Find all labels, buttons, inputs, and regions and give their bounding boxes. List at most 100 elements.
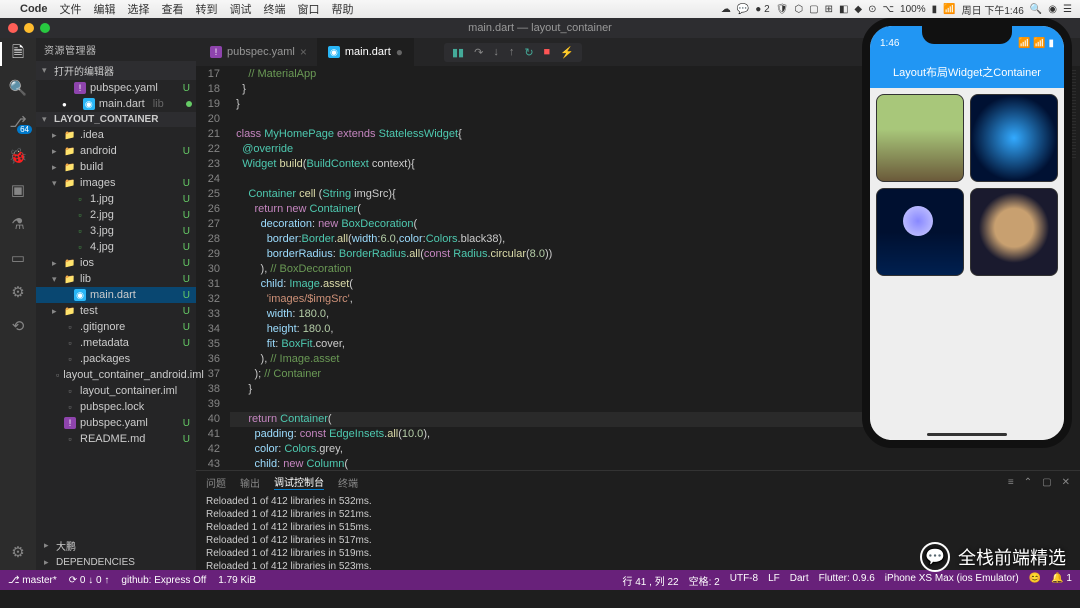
menu-item[interactable]: 帮助 bbox=[332, 4, 354, 16]
open-editors-section[interactable]: ▾打开的编辑器 bbox=[36, 61, 196, 80]
menubar-icon[interactable]: 🛡 bbox=[776, 4, 789, 15]
live-share-icon[interactable]: ⟲ bbox=[8, 316, 28, 336]
tree-item[interactable]: ▫1.jpgU bbox=[36, 191, 196, 207]
debug-pause-icon[interactable]: ▮▮ bbox=[452, 46, 464, 59]
menubar-icon[interactable]: ⊞ bbox=[825, 4, 833, 15]
menu-item[interactable]: 文件 bbox=[60, 4, 82, 16]
ios-simulator[interactable]: 1:46📶 📶 ▮ Layout布局Widget之Container bbox=[862, 18, 1072, 448]
close-window-button[interactable] bbox=[8, 23, 18, 33]
notifications-icon[interactable]: ☰ bbox=[1063, 4, 1072, 15]
menu-item[interactable]: 转到 bbox=[196, 4, 218, 16]
tree-item[interactable]: ▸📁iosU bbox=[36, 255, 196, 271]
debug-step-over-icon[interactable]: ↷ bbox=[474, 46, 483, 59]
panel-tab[interactable]: 问题 bbox=[206, 475, 226, 490]
panel-tab[interactable]: 终端 bbox=[338, 475, 358, 490]
status-item[interactable]: 😊 bbox=[1029, 573, 1041, 588]
panel-maximize-icon[interactable]: ⌃ bbox=[1024, 477, 1032, 488]
panel-tab[interactable]: 输出 bbox=[240, 475, 260, 490]
activity-bar: 🗎 🔍 ⎇64 🐞 ▣ ⚗ ▭ ⚙ ⟲ ⚙ bbox=[0, 38, 36, 570]
tree-item[interactable]: ●◉main.dartlib bbox=[36, 96, 196, 112]
status-item[interactable]: ⟳ 0 ↓ 0 ↑ bbox=[69, 575, 110, 586]
tree-item[interactable]: ▸📁.idea bbox=[36, 127, 196, 143]
status-item[interactable]: github: Express Off bbox=[121, 575, 206, 586]
spotlight-icon[interactable]: 🔍 bbox=[1030, 4, 1042, 15]
menubar-icon[interactable]: ▢ bbox=[809, 4, 818, 15]
tree-item[interactable]: ▸📁build bbox=[36, 159, 196, 175]
panel-clear-icon[interactable]: ▢ bbox=[1042, 477, 1051, 488]
tree-item[interactable]: ▸📁testU bbox=[36, 303, 196, 319]
status-item[interactable]: UTF-8 bbox=[730, 573, 758, 588]
debug-step-into-icon[interactable]: ↓ bbox=[493, 46, 499, 59]
panel-filter-icon[interactable]: ≡ bbox=[1008, 477, 1014, 488]
menubar-icon[interactable]: ◧ bbox=[839, 4, 848, 15]
minimize-window-button[interactable] bbox=[24, 23, 34, 33]
tree-item[interactable]: ▫layout_container_android.iml bbox=[36, 367, 196, 383]
status-item[interactable]: 1.79 KiB bbox=[218, 575, 256, 586]
home-indicator[interactable] bbox=[927, 433, 1007, 436]
status-item[interactable]: ⎇ master* bbox=[8, 575, 57, 586]
debug-hot-reload-icon[interactable]: ⚡ bbox=[560, 46, 574, 59]
menubar-icon[interactable]: ⬡ bbox=[794, 4, 803, 15]
project-header[interactable]: ▾LAYOUT_CONTAINER bbox=[36, 112, 196, 127]
maximize-window-button[interactable] bbox=[40, 23, 50, 33]
debug-stop-icon[interactable]: ■ bbox=[544, 46, 551, 59]
status-item[interactable]: Dart bbox=[790, 573, 809, 588]
panel-tab[interactable]: 调试控制台 bbox=[274, 474, 324, 490]
remote-icon[interactable]: ⚙ bbox=[8, 282, 28, 302]
status-item[interactable]: 空格: 2 bbox=[689, 573, 720, 588]
menubar-icon[interactable]: ⌥ bbox=[883, 4, 895, 15]
editor-tab[interactable]: !pubspec.yaml× bbox=[200, 38, 318, 66]
menu-item[interactable]: 选择 bbox=[128, 4, 150, 16]
tree-item[interactable]: ▾📁libU bbox=[36, 271, 196, 287]
menu-item[interactable]: 编辑 bbox=[94, 4, 116, 16]
tree-item[interactable]: !pubspec.yamlU bbox=[36, 80, 196, 96]
explorer-icon[interactable]: 🗎 bbox=[8, 44, 28, 64]
app-name[interactable]: Code bbox=[20, 3, 48, 15]
status-item[interactable]: Flutter: 0.9.6 bbox=[819, 573, 875, 588]
test-icon[interactable]: ⚗ bbox=[8, 214, 28, 234]
settings-icon[interactable]: ⚙ bbox=[8, 542, 28, 562]
tree-item[interactable]: !pubspec.yamlU bbox=[36, 415, 196, 431]
status-item[interactable]: iPhone XS Max (ios Emulator) bbox=[885, 573, 1019, 588]
siri-icon[interactable]: ◉ bbox=[1048, 4, 1057, 15]
tree-item[interactable]: ▫4.jpgU bbox=[36, 239, 196, 255]
menu-item[interactable]: 查看 bbox=[162, 4, 184, 16]
docker-icon[interactable]: ▭ bbox=[8, 248, 28, 268]
menu-item[interactable]: 窗口 bbox=[298, 4, 320, 16]
tree-item[interactable]: ▾📁imagesU bbox=[36, 175, 196, 191]
tree-item[interactable]: ▫.packages bbox=[36, 351, 196, 367]
tree-item[interactable]: ▫pubspec.lock bbox=[36, 399, 196, 415]
search-icon[interactable]: 🔍 bbox=[8, 78, 28, 98]
menu-item[interactable]: 调试 bbox=[230, 4, 252, 16]
status-item[interactable]: LF bbox=[768, 573, 780, 588]
menubar-icon[interactable]: ⊙ bbox=[868, 4, 876, 15]
panel-close-icon[interactable]: ✕ bbox=[1062, 477, 1070, 488]
menu-item[interactable]: 终端 bbox=[264, 4, 286, 16]
menubar-icon[interactable]: ● 2 bbox=[755, 4, 769, 15]
tree-item[interactable]: ▫3.jpgU bbox=[36, 223, 196, 239]
status-item[interactable]: 行 41 , 列 22 bbox=[622, 573, 678, 588]
menubar-icon[interactable]: ☁ bbox=[721, 4, 731, 15]
outline-section[interactable]: ▸大鹏 bbox=[36, 536, 196, 555]
wifi-icon[interactable]: 📶 bbox=[943, 4, 955, 15]
tree-item[interactable]: ▸📁androidU bbox=[36, 143, 196, 159]
dirty-icon[interactable]: ● bbox=[396, 45, 403, 59]
menubar-icon[interactable]: ◆ bbox=[854, 4, 862, 15]
clock[interactable]: 周日 下午1:46 bbox=[962, 2, 1024, 17]
debug-step-out-icon[interactable]: ↑ bbox=[509, 46, 515, 59]
dependencies-section[interactable]: ▸DEPENDENCIES bbox=[36, 555, 196, 570]
source-control-icon[interactable]: ⎇64 bbox=[8, 112, 28, 132]
tree-item[interactable]: ◉main.dartU bbox=[36, 287, 196, 303]
tree-item[interactable]: ▫.gitignoreU bbox=[36, 319, 196, 335]
tree-item[interactable]: ▫layout_container.iml bbox=[36, 383, 196, 399]
debug-icon[interactable]: 🐞 bbox=[8, 146, 28, 166]
status-item[interactable]: 🔔 1 bbox=[1051, 573, 1072, 588]
menubar-icon[interactable]: 💬 bbox=[737, 4, 749, 15]
tree-item[interactable]: ▫README.mdU bbox=[36, 431, 196, 447]
tree-item[interactable]: ▫.metadataU bbox=[36, 335, 196, 351]
debug-restart-icon[interactable]: ↻ bbox=[524, 46, 533, 59]
tree-item[interactable]: ▫2.jpgU bbox=[36, 207, 196, 223]
extensions-icon[interactable]: ▣ bbox=[8, 180, 28, 200]
editor-tab[interactable]: ◉main.dart● bbox=[318, 38, 414, 66]
close-tab-icon[interactable]: × bbox=[300, 45, 307, 59]
